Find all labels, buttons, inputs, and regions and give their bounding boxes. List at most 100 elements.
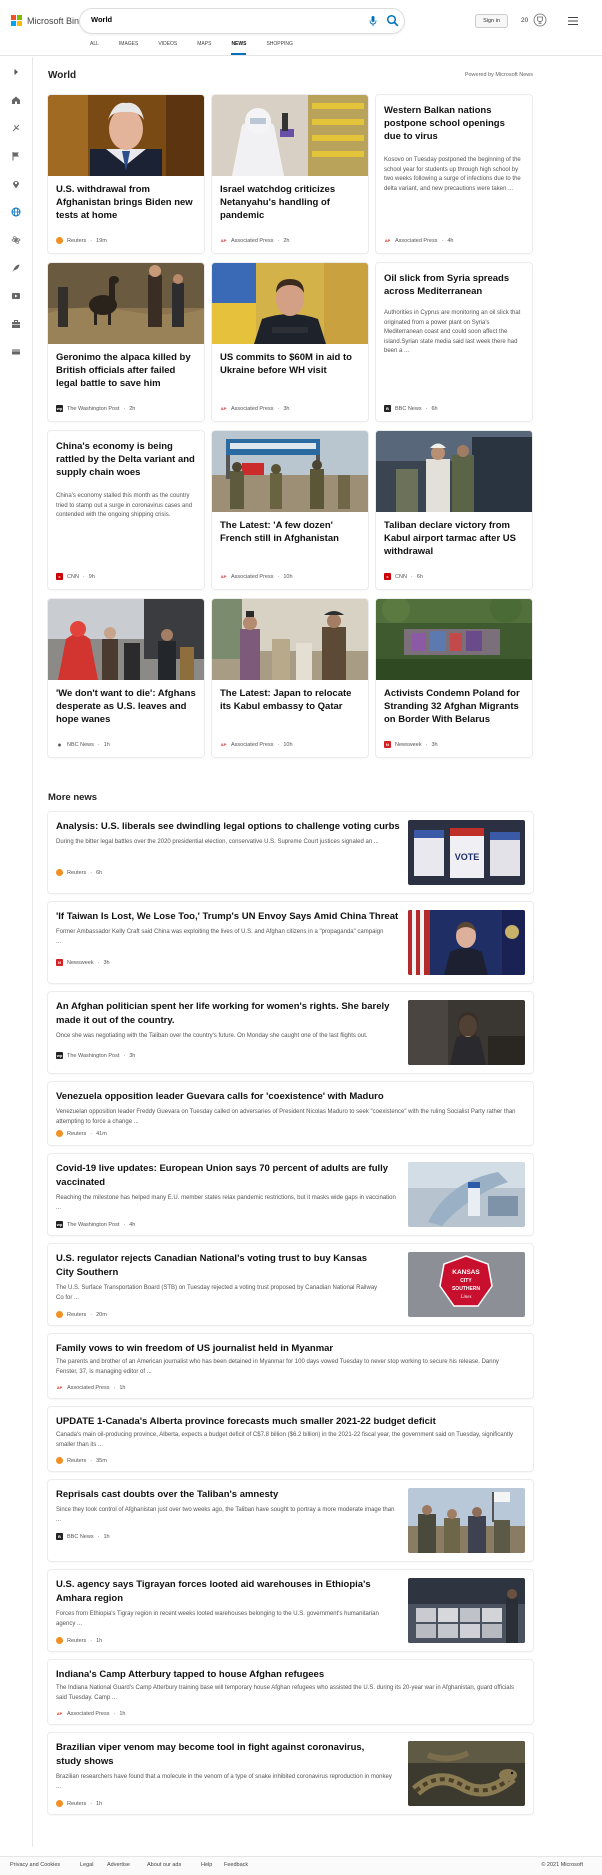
card-source[interactable]: wp The Washington Post · 2h <box>56 405 135 412</box>
news-list-item[interactable]: U.S. agency says Tigrayan forces looted … <box>48 1570 533 1651</box>
item-title[interactable]: An Afghan politician spent her life work… <box>56 1000 401 1027</box>
item-title[interactable]: Brazilian viper venom may become tool in… <box>56 1741 386 1768</box>
footer-link-help[interactable]: Help <box>201 1862 212 1868</box>
item-source[interactable]: AP Associated Press · 1h <box>56 1710 125 1717</box>
item-title[interactable]: Indiana's Camp Atterbury tapped to house… <box>56 1668 516 1682</box>
search-icon[interactable] <box>386 14 399 27</box>
card-source[interactable]: c CNN · 6h <box>384 573 423 580</box>
tab-all[interactable]: ALL <box>90 41 99 55</box>
footer-link-feedback[interactable]: Feedback <box>224 1862 248 1868</box>
business-icon[interactable] <box>11 319 21 329</box>
card-title[interactable]: Western Balkan nations postpone school o… <box>384 104 524 143</box>
search-box[interactable] <box>80 9 404 33</box>
item-source[interactable]: Reuters · 6h <box>56 869 102 876</box>
news-list-item[interactable]: Family vows to win freedom of US journal… <box>48 1334 533 1398</box>
item-title[interactable]: Venezuela opposition leader Guevara call… <box>56 1090 516 1104</box>
news-list-item[interactable]: Covid-19 live updates: European Union sa… <box>48 1154 533 1235</box>
money-icon[interactable] <box>11 347 21 357</box>
tab-images[interactable]: IMAGES <box>119 41 138 55</box>
card-source[interactable]: ◉ NBC News · 1h <box>56 741 110 748</box>
item-source[interactable]: Reuters · 1h <box>56 1800 102 1807</box>
card-source[interactable]: c CNN · 9h <box>56 573 95 580</box>
news-list-item[interactable]: 'If Taiwan Is Lost, We Lose Too,' Trump'… <box>48 902 533 983</box>
news-card[interactable]: 'We don't want to die': Afghans desperat… <box>48 599 204 757</box>
item-source[interactable]: Reuters · 20m <box>56 1311 107 1318</box>
news-card[interactable]: The Latest: Japan to relocate its Kabul … <box>212 599 368 757</box>
item-title[interactable]: U.S. regulator rejects Canadian National… <box>56 1252 386 1279</box>
card-title[interactable]: Oil slick from Syria spreads across Medi… <box>384 272 524 298</box>
item-source[interactable]: wp The Washington Post · 3h <box>56 1052 135 1059</box>
item-title[interactable]: U.S. agency says Tigrayan forces looted … <box>56 1578 396 1605</box>
card-title[interactable]: 'We don't want to die': Afghans desperat… <box>56 687 196 726</box>
news-list-item[interactable]: UPDATE 1-Canada's Alberta province forec… <box>48 1407 533 1471</box>
local-pin-icon[interactable] <box>11 179 21 189</box>
news-card[interactable]: Israel watchdog criticizes Netanyahu's h… <box>212 95 368 253</box>
entertainment-icon[interactable] <box>11 291 21 301</box>
news-list-item[interactable]: U.S. regulator rejects Canadian National… <box>48 1244 533 1325</box>
item-title[interactable]: Family vows to win freedom of US journal… <box>56 1342 516 1356</box>
item-source[interactable]: Reuters · 41m <box>56 1130 107 1137</box>
item-title[interactable]: Analysis: U.S. liberals see dwindling le… <box>56 820 401 834</box>
card-title[interactable]: Taliban declare victory from Kabul airpo… <box>384 519 524 558</box>
tab-videos[interactable]: VIDEOS <box>158 41 177 55</box>
card-source[interactable]: B BBC News · 6h <box>384 405 438 412</box>
flag-icon[interactable] <box>11 151 21 161</box>
news-card[interactable]: Oil slick from Syria spreads across Medi… <box>376 263 532 421</box>
card-source[interactable]: AP Associated Press · 10h <box>220 573 293 580</box>
item-title[interactable]: 'If Taiwan Is Lost, We Lose Too,' Trump'… <box>56 910 401 924</box>
item-title[interactable]: UPDATE 1-Canada's Alberta province forec… <box>56 1415 516 1429</box>
item-source[interactable]: Reuters · 35m <box>56 1457 107 1464</box>
item-source[interactable]: N Newsweek · 3h <box>56 959 110 966</box>
item-title[interactable]: Reprisals cast doubts over the Taliban's… <box>56 1488 401 1502</box>
footer-link-legal[interactable]: Legal <box>80 1862 93 1868</box>
rocket-icon[interactable] <box>11 263 21 273</box>
discover-icon[interactable] <box>11 123 21 133</box>
hamburger-menu-icon[interactable] <box>568 17 578 25</box>
search-input[interactable] <box>91 15 331 24</box>
science-icon[interactable] <box>11 235 21 245</box>
item-source[interactable]: Reuters · 1h <box>56 1637 102 1644</box>
news-list-item[interactable]: Venezuela opposition leader Guevara call… <box>48 1082 533 1145</box>
item-title[interactable]: Covid-19 live updates: European Union sa… <box>56 1162 401 1189</box>
news-card[interactable]: Western Balkan nations postpone school o… <box>376 95 532 253</box>
microphone-icon[interactable] <box>367 15 379 27</box>
tab-maps[interactable]: MAPS <box>197 41 211 55</box>
news-card[interactable]: China's economy is being rattled by the … <box>48 431 204 589</box>
news-card[interactable]: Activists Condemn Poland for Stranding 3… <box>376 599 532 757</box>
world-globe-icon[interactable] <box>11 207 21 217</box>
card-title[interactable]: Geronimo the alpaca killed by British of… <box>56 351 196 390</box>
footer-link-privacy[interactable]: Privacy and Cookies <box>10 1862 60 1868</box>
item-source[interactable]: AP Associated Press · 1h <box>56 1384 125 1391</box>
rewards-count[interactable]: 20 <box>521 17 528 24</box>
news-list-item[interactable]: Indiana's Camp Atterbury tapped to house… <box>48 1660 533 1724</box>
card-title[interactable]: Israel watchdog criticizes Netanyahu's h… <box>220 183 360 222</box>
card-source[interactable]: AP Associated Press · 10h <box>220 741 293 748</box>
news-list-item[interactable]: An Afghan politician spent her life work… <box>48 992 533 1073</box>
rewards-trophy-icon[interactable] <box>533 13 547 27</box>
news-list-item[interactable]: Reprisals cast doubts over the Taliban's… <box>48 1480 533 1561</box>
card-source[interactable]: AP Associated Press · 2h <box>220 237 289 244</box>
item-source[interactable]: wp The Washington Post · 4h <box>56 1221 135 1228</box>
news-card[interactable]: US commits to $60M in aid to Ukraine bef… <box>212 263 368 421</box>
card-source[interactable]: AP Associated Press · 3h <box>220 405 289 412</box>
item-source[interactable]: B BBC News · 1h <box>56 1533 110 1540</box>
news-card[interactable]: The Latest: 'A few dozen' French still i… <box>212 431 368 589</box>
news-card[interactable]: U.S. withdrawal from Afghanistan brings … <box>48 95 204 253</box>
card-title[interactable]: Activists Condemn Poland for Stranding 3… <box>384 687 524 726</box>
expand-chevron-icon[interactable] <box>11 67 21 77</box>
sign-in-button[interactable]: Sign in <box>475 14 508 28</box>
card-source[interactable]: Reuters · 19m <box>56 237 107 244</box>
news-list-item[interactable]: Brazilian viper venom may become tool in… <box>48 1733 533 1814</box>
card-source[interactable]: AP Associated Press · 4h <box>384 237 453 244</box>
home-icon[interactable] <box>11 95 21 105</box>
footer-link-advertise[interactable]: Advertise <box>107 1862 130 1868</box>
bing-logo[interactable]: Microsoft Bing <box>11 15 84 26</box>
card-source[interactable]: N Newsweek · 3h <box>384 741 438 748</box>
card-title[interactable]: China's economy is being rattled by the … <box>56 440 196 479</box>
tab-shopping[interactable]: SHOPPING <box>266 41 292 55</box>
news-card[interactable]: Geronimo the alpaca killed by British of… <box>48 263 204 421</box>
card-title[interactable]: U.S. withdrawal from Afghanistan brings … <box>56 183 196 222</box>
footer-link-about-ads[interactable]: About our ads <box>147 1862 181 1868</box>
tab-news[interactable]: NEWS <box>231 41 247 55</box>
card-title[interactable]: The Latest: 'A few dozen' French still i… <box>220 519 360 545</box>
